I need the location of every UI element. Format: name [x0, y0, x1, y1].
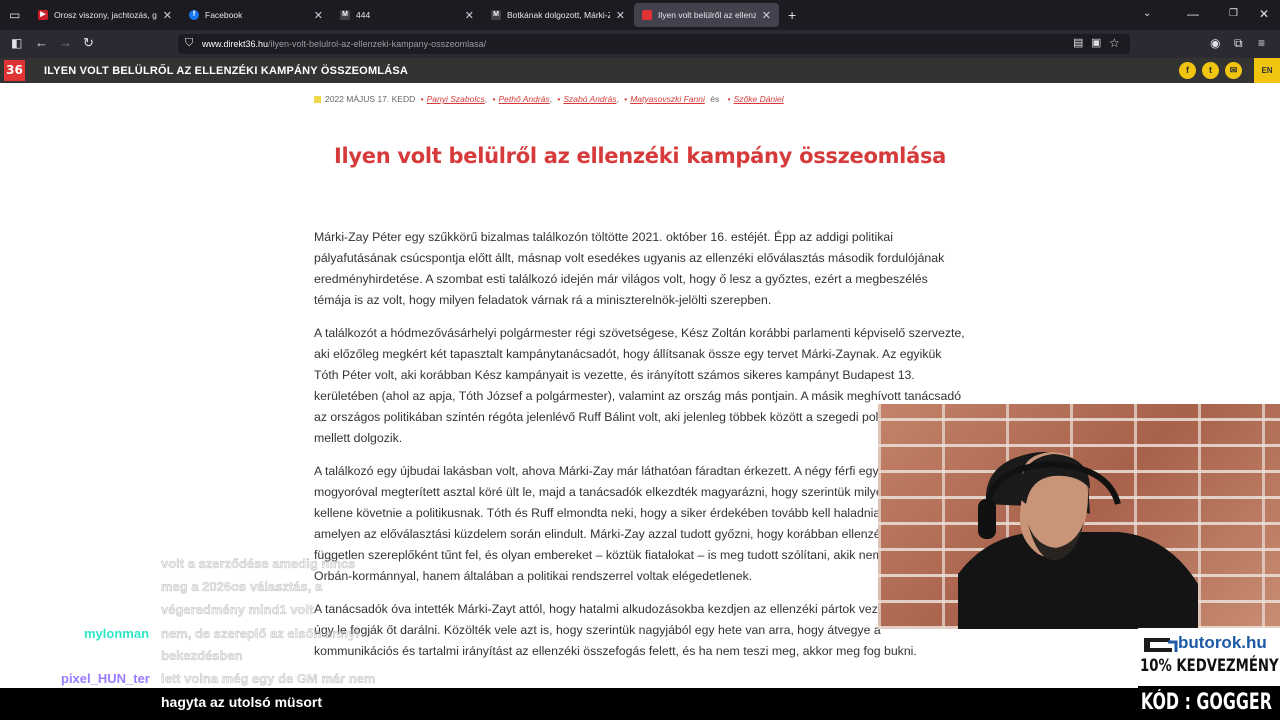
- close-window-icon[interactable]: ✕: [1259, 8, 1269, 20]
- screenshot-icon[interactable]: ▣: [1091, 38, 1101, 49]
- date-marker-icon: [314, 96, 321, 103]
- facebook-favicon-icon: f: [189, 10, 199, 20]
- chat-message: nem, de szereplő az elsőn ennyi: [161, 626, 359, 641]
- author-and: és: [710, 94, 720, 104]
- forward-icon[interactable]: →: [59, 36, 72, 49]
- menu-icon[interactable]: ≡: [1258, 37, 1265, 49]
- streamer-figure: [958, 452, 1198, 629]
- author-link[interactable]: Pethő András: [498, 94, 549, 104]
- chat-message: lett volna még egy de GM már nem: [161, 671, 376, 686]
- chat-username: mylonman: [84, 626, 150, 641]
- bookmark-star-icon[interactable]: ☆: [1109, 37, 1120, 49]
- sponsor-domain: butorok.hu: [1178, 633, 1267, 652]
- chat-message: végeredmény mind1 volt: [161, 602, 314, 617]
- tab-title: Ilyen volt belülről az ellenzéki k: [658, 10, 756, 20]
- article-paragraph: A tanácsadók óva intették Márki-Zayt att…: [314, 602, 945, 658]
- author-link[interactable]: Szőke Dániel: [734, 94, 784, 104]
- tab-title: Facebook: [205, 10, 243, 20]
- tab-list-icon[interactable]: ▭: [9, 9, 20, 21]
- email-share-icon[interactable]: ✉: [1225, 62, 1242, 79]
- site-favicon-icon: M: [340, 10, 350, 20]
- site-header: 36 ILYEN VOLT BELÜLRŐL AZ ELLENZÉKI KAMP…: [0, 58, 1280, 83]
- direkt36-favicon-icon: [642, 10, 652, 20]
- browser-tab[interactable]: M 444 ✕: [332, 3, 482, 27]
- url-bar[interactable]: ⛉ www.direkt36.hu/ilyen-volt-belulrol-az…: [178, 34, 1130, 54]
- tab-title: 444: [356, 10, 371, 20]
- new-tab-icon[interactable]: +: [788, 8, 796, 22]
- twitter-share-icon[interactable]: t: [1202, 62, 1219, 79]
- extensions-icon[interactable]: ⧉: [1234, 37, 1243, 49]
- sponsor-code: KÓD : GOGGER: [1138, 686, 1280, 720]
- tab-title: Botkának dolgozott, Márki-Zay: [507, 10, 610, 20]
- streamer-webcam: [878, 404, 1280, 629]
- direkt36-logo[interactable]: 36: [4, 60, 25, 81]
- article-meta: 2022 MÁJUS 17. KEDD • Panyi Szabolcs, • Pe…: [314, 94, 784, 104]
- browser-tab[interactable]: M Botkának dolgozott, Márki-Zay ✕: [483, 3, 633, 27]
- account-icon[interactable]: ◉: [1210, 37, 1220, 49]
- sponsor-banner: butorok.hu 10% KEDVEZMÉNY KÓD : GOGGER: [1138, 628, 1280, 720]
- close-tab-icon[interactable]: ✕: [314, 9, 323, 22]
- tab-overflow-chevron-icon[interactable]: ⌄: [1143, 9, 1151, 19]
- chat-message: bekezdésben: [161, 648, 243, 663]
- browser-tab-bar: ▭ ▶ Orosz viszony, jachtozás, gyűlölet ✕…: [0, 0, 1280, 30]
- reload-icon[interactable]: ↻: [83, 36, 94, 49]
- facebook-share-icon[interactable]: f: [1179, 62, 1196, 79]
- article-paragraph: Márki-Zay Péter egy szűkkörű bizalmas ta…: [314, 230, 945, 307]
- author-link[interactable]: Panyi Szabolcs: [427, 94, 485, 104]
- close-tab-icon[interactable]: ✕: [163, 9, 172, 22]
- sidebar-toggle-icon[interactable]: ◧: [11, 37, 22, 49]
- url-path: /ilyen-volt-belulrol-az-ellenzeki-kampan…: [268, 39, 487, 49]
- back-icon[interactable]: ←: [35, 36, 48, 49]
- sponsor-code-text: KÓD : GOGGER: [1140, 690, 1272, 715]
- tab-title: Orosz viszony, jachtozás, gyűlölet: [54, 10, 157, 20]
- youtube-favicon-icon: ▶: [38, 10, 48, 20]
- browser-tab-active[interactable]: Ilyen volt belülről az ellenzéki k ✕: [634, 3, 779, 27]
- site-favicon-icon: M: [491, 10, 501, 20]
- browser-nav-bar: ◧ ← → ↻ ⛉ www.direkt36.hu/ilyen-volt-bel…: [0, 30, 1280, 58]
- url-text[interactable]: www.direkt36.hu/ilyen-volt-belulrol-az-e…: [202, 39, 486, 49]
- url-host: www.direkt36.hu: [202, 39, 269, 49]
- article-paragraph: A találkozót a hódmezővásárhelyi polgárm…: [314, 326, 965, 445]
- browser-tab[interactable]: ▶ Orosz viszony, jachtozás, gyűlölet ✕: [30, 3, 180, 27]
- author-link[interactable]: Szabó András: [563, 94, 616, 104]
- sponsor-discount: 10% KEDVEZMÉNY: [1140, 656, 1279, 676]
- browser-tab[interactable]: f Facebook ✕: [181, 3, 331, 27]
- stream-caption-bar: hagyta az utolsó müsort: [0, 688, 1280, 720]
- close-tab-icon[interactable]: ✕: [616, 9, 625, 22]
- article-headline: Ilyen volt belülről az ellenzéki kampány…: [333, 144, 947, 168]
- chat-username: pixel_HUN_ter: [61, 671, 150, 686]
- language-button[interactable]: EN: [1254, 58, 1280, 83]
- article-body: Márki-Zay Péter egy szűkkörű bizalmas ta…: [314, 227, 966, 674]
- site-info-icon[interactable]: ⛉: [185, 38, 193, 49]
- minimize-icon[interactable]: —: [1187, 8, 1199, 20]
- reader-view-icon[interactable]: ▤: [1073, 38, 1083, 49]
- article-paragraph: A találkozó egy újbudai lakásban volt, a…: [314, 464, 958, 583]
- site-header-title: ILYEN VOLT BELÜLRŐL AZ ELLENZÉKI KAMPÁNY…: [44, 65, 409, 77]
- stream-caption: hagyta az utolsó müsort: [161, 694, 323, 710]
- restore-icon[interactable]: ❐: [1229, 9, 1238, 19]
- article-date: 2022 MÁJUS 17. KEDD: [325, 94, 416, 104]
- close-tab-icon[interactable]: ✕: [762, 9, 771, 22]
- chat-message: volt a szerződése amedig nincs: [161, 556, 356, 571]
- author-link[interactable]: Matyasovszki Fanni: [630, 94, 705, 104]
- close-tab-icon[interactable]: ✕: [465, 9, 474, 22]
- chat-message: meg a 2026os választás, a: [161, 579, 323, 594]
